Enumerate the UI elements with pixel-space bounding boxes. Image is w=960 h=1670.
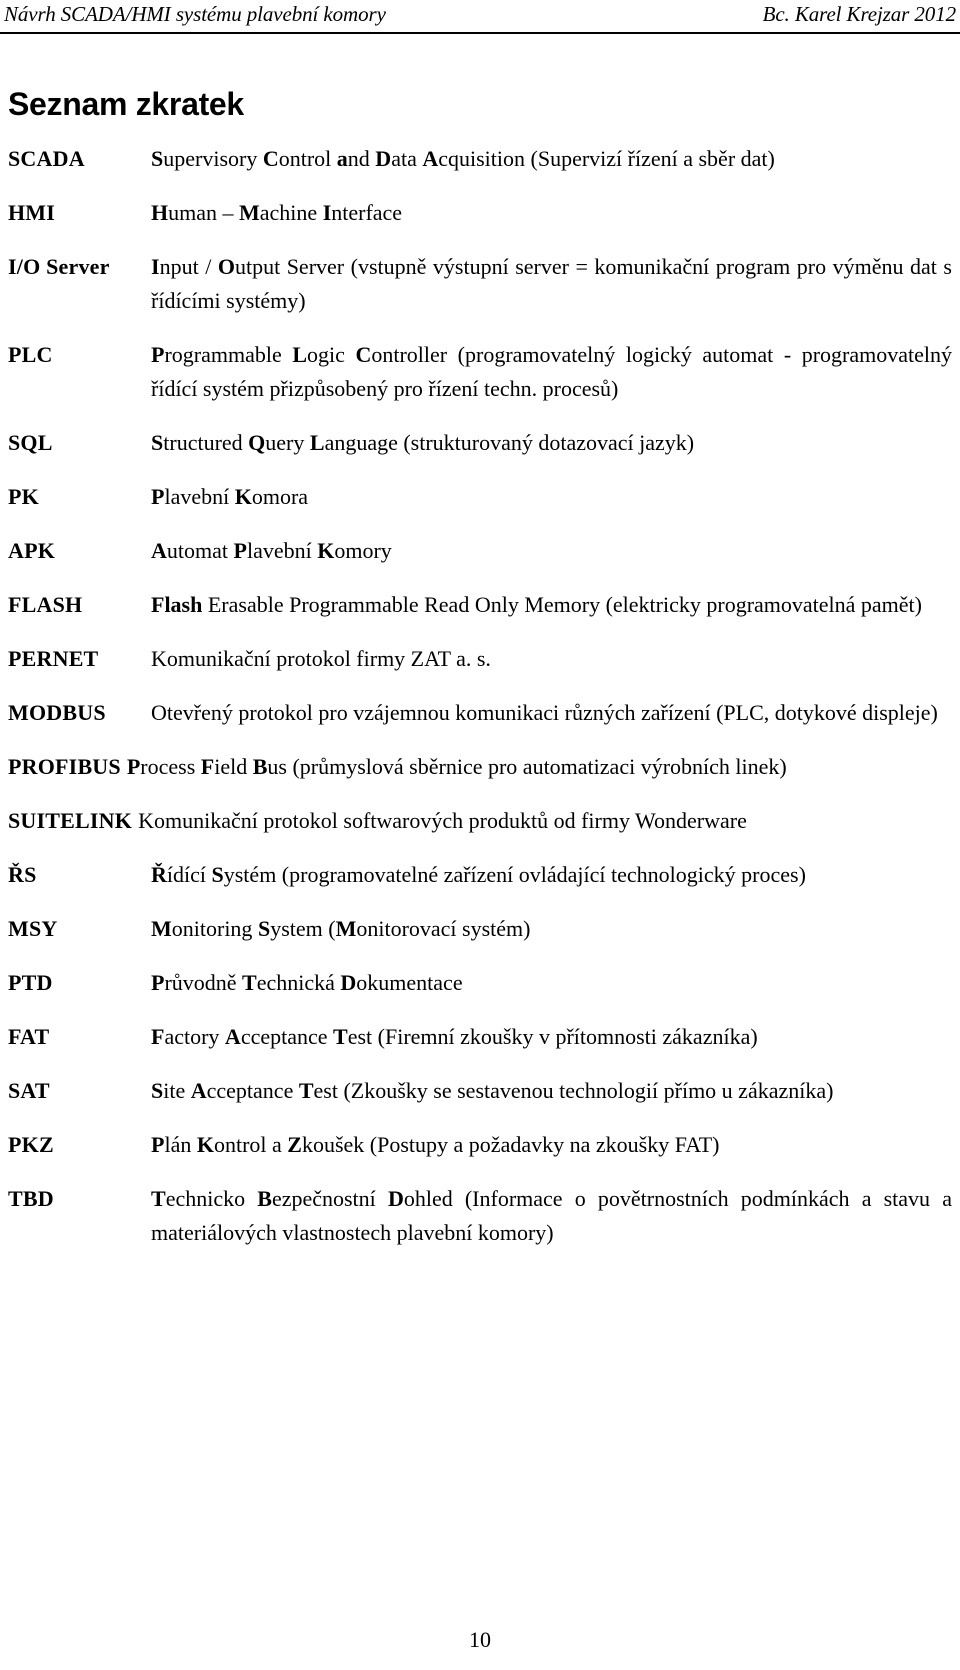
abbreviation-definition: Site Acceptance Test (Zkoušky se sestave… [151,1078,834,1103]
abbreviation-row: MSY Monitoring System (Monitorovací systé… [8,912,952,946]
abbreviation-term: PERNET [8,646,99,671]
header-author-year: Bc. Karel Krejzar 2012 [762,2,957,26]
abbreviation-definition: Process Field Bus (průmyslová sběrnice p… [126,754,787,779]
abbreviation-row: HMI Human – Machine Interface [8,196,952,230]
abbreviation-row: FAT Factory Acceptance Test (Firemní zkou… [8,1020,952,1054]
abbreviation-definition: Human – Machine Interface [151,200,403,225]
page-number: 10 [469,1627,491,1652]
abbreviation-term: PKZ [8,1132,54,1157]
abbreviation-definition: Komunikační protokol firmy ZAT a. s. [151,646,491,671]
abbreviation-row: TBD Technicko Bezpečnostní Dohled (Inform… [8,1182,952,1250]
abbreviation-term: SQL [8,430,53,455]
abbreviation-row: APK Automat Plavební Komory [8,534,952,568]
abbreviation-definition: Průvodně Technická Dokumentace [151,970,463,995]
abbreviation-row: PROFIBUS Process Field Bus (průmyslová sb… [8,750,952,784]
abbreviation-term: SAT [8,1078,50,1103]
abbreviation-term: MSY [8,916,58,941]
abbreviation-term: SCADA [8,146,85,171]
abbreviation-term: PTD [8,970,53,995]
abbreviation-term: APK [8,538,56,563]
abbreviation-term: TBD [8,1186,54,1211]
abbreviation-row: MODBUS Otevřený protokol pro vzájemnou ko… [8,696,952,730]
abbreviation-term: ŘS [8,862,37,887]
abbreviation-term: HMI [8,200,56,225]
abbreviation-row: ŘS Řídící Systém (programovatelné zařízen… [8,858,952,892]
abbreviation-row: PTD Průvodně Technická Dokumentace [8,966,952,1000]
abbreviation-definition: Komunikační protokol softwarových produk… [138,808,747,833]
abbreviation-term: FAT [8,1024,50,1049]
abbreviation-term: I/O Server [8,254,110,279]
abbreviation-row: PKZ Plán Kontrol a Zkoušek (Postupy a pož… [8,1128,952,1162]
abbreviation-row: SCADA Supervisory Control and Data Acquis… [8,142,952,176]
abbreviation-definition: Input / Output Server (vstupně výstupní … [151,254,952,313]
abbreviation-list: SCADA Supervisory Control and Data Acquis… [8,142,952,1270]
abbreviation-definition: Automat Plavební Komory [151,538,392,563]
abbreviation-term: PLC [8,342,53,367]
abbreviation-term: FLASH [8,592,83,617]
abbreviation-row: PK Plavební Komora [8,480,952,514]
abbreviation-term: PROFIBUS [8,754,121,779]
abbreviation-definition: Plavební Komora [151,484,309,509]
abbreviation-row: PLC Programmable Logic Controller (progra… [8,338,952,406]
abbreviation-row: SAT Site Acceptance Test (Zkoušky se sest… [8,1074,952,1108]
abbreviation-row: PERNET Komunikační protokol firmy ZAT a. … [8,642,952,676]
abbreviation-definition: Plán Kontrol a Zkoušek (Postupy a požada… [151,1132,720,1157]
abbreviation-definition: Programmable Logic Controller (programov… [151,342,952,401]
abbreviation-term: PK [8,484,39,509]
abbreviation-row: I/O Server Input / Output Server (vstupně… [8,250,952,318]
abbreviation-term: MODBUS [8,700,106,725]
page-header: Návrh SCADA/HMI systému plavební komory … [0,0,960,34]
abbreviation-term: SUITELINK [8,808,133,833]
abbreviation-row: SUITELINK Komunikační protokol softwarový… [8,804,952,838]
abbreviation-row: SQL Structured Query Language (strukturov… [8,426,952,460]
abbreviation-definition: Flash Erasable Programmable Read Only Me… [151,592,922,617]
abbreviation-definition: Monitoring System (Monitorovací systém) [151,916,531,941]
abbreviation-definition: Supervisory Control and Data Acquisition… [151,146,775,171]
header-document-title: Návrh SCADA/HMI systému plavební komory [4,2,386,26]
abbreviation-definition: Factory Acceptance Test (Firemní zkoušky… [151,1024,758,1049]
abbreviation-row: FLASH Flash Erasable Programmable Read On… [8,588,952,622]
abbreviation-definition: Otevřený protokol pro vzájemnou komunika… [151,700,938,725]
abbreviation-definition: Řídící Systém (programovatelné zařízení … [151,862,806,887]
abbreviation-definition: Structured Query Language (strukturovaný… [151,430,695,455]
page-title: Seznam zkratek [8,86,244,123]
abbreviation-definition: Technicko Bezpečnostní Dohled (Informace… [151,1186,952,1245]
